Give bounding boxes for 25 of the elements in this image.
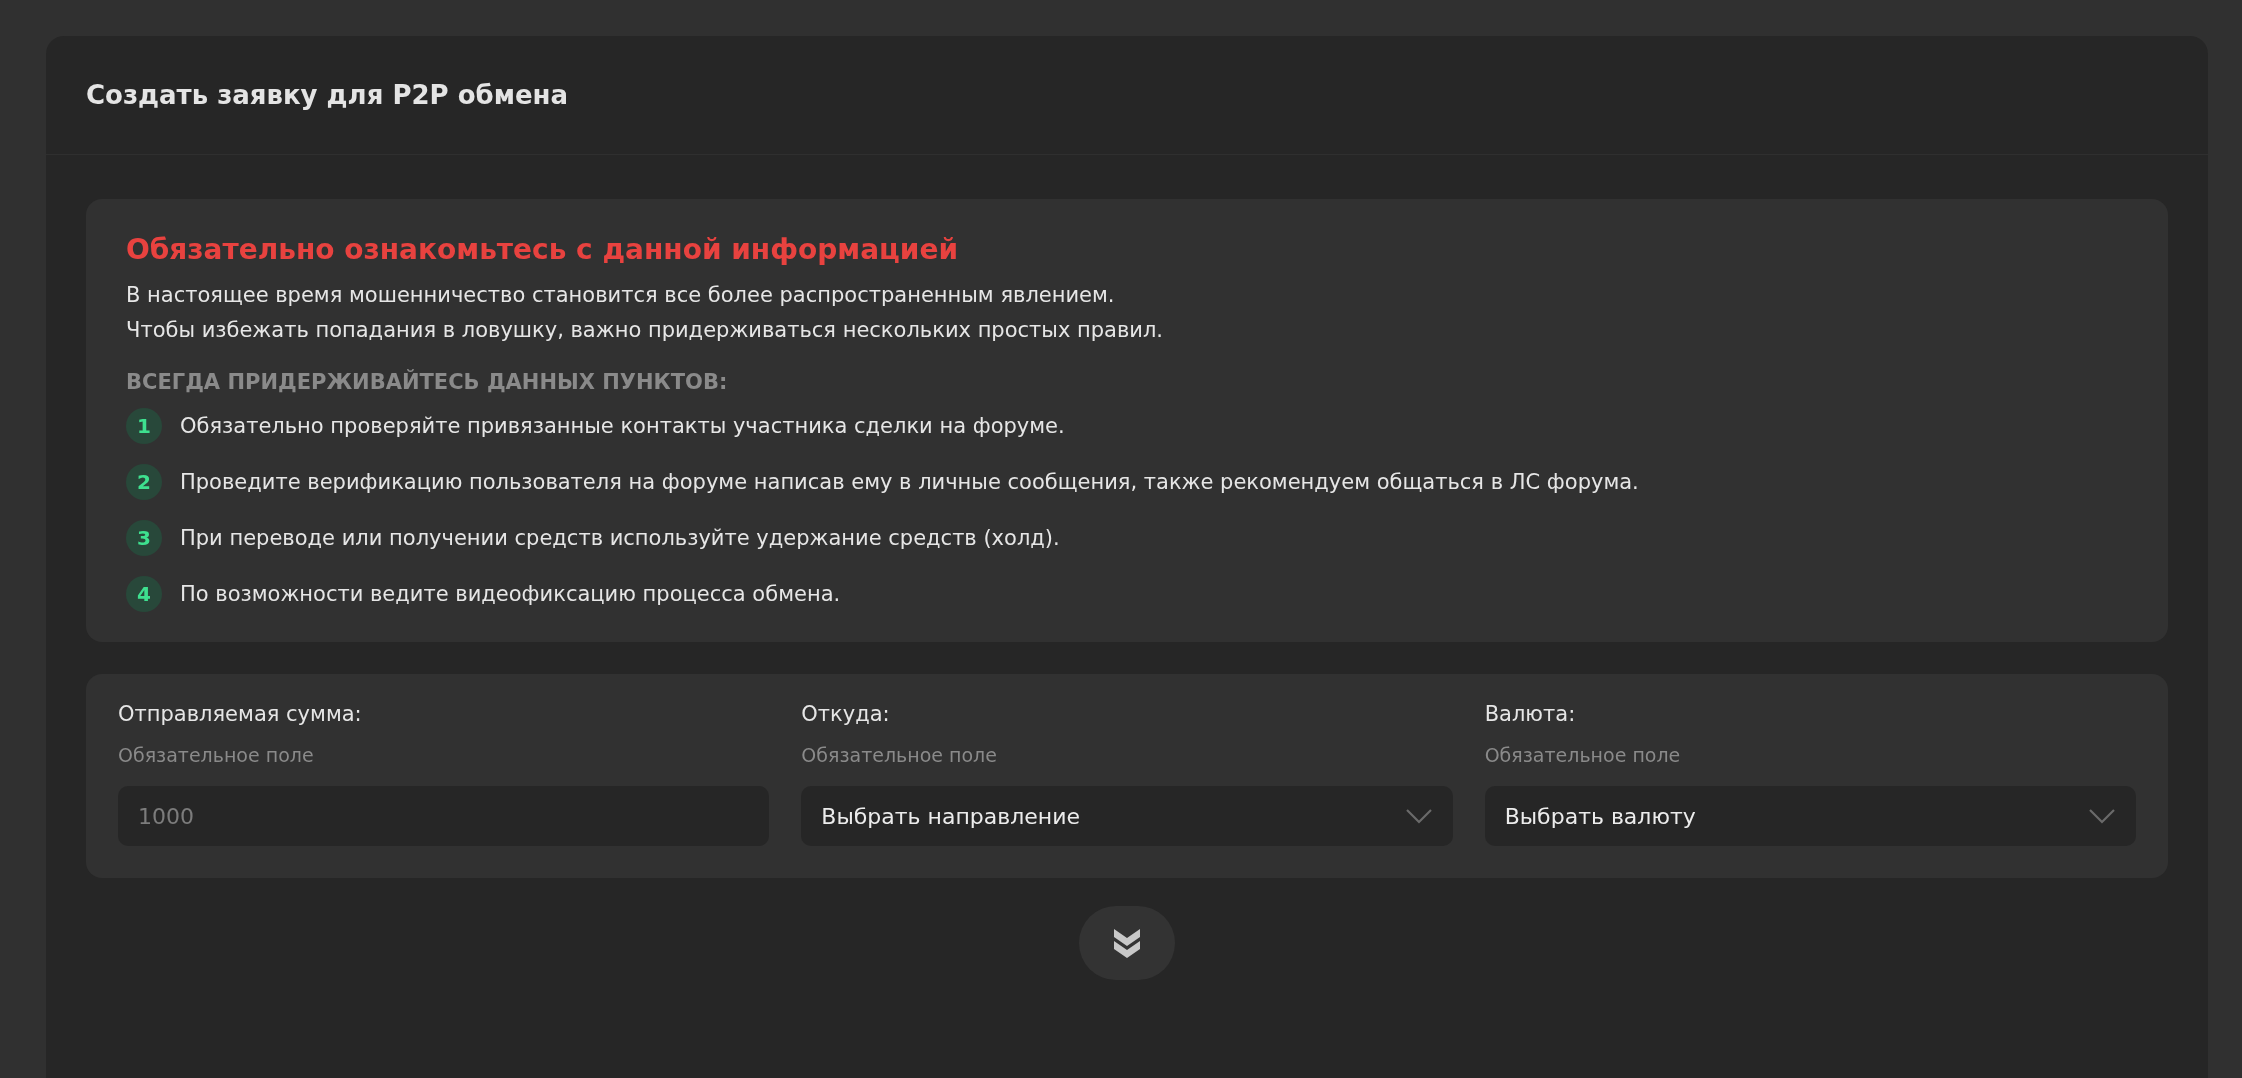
panel-title: Создать заявку для P2P обмена xyxy=(86,80,569,110)
field-label: Отправляемая сумма: xyxy=(118,702,363,726)
double-chevron-down-icon xyxy=(1112,926,1142,960)
rule-text: Обязательно проверяйте привязанные контакты участника сделки на форуме. xyxy=(180,414,1065,438)
notice-text: В настоящее время мошенничество становится все более распространенным явлением. xyxy=(126,282,1116,309)
rule-text: Проведите верификацию пользователя на форуме написав ему в личные сообщения, также рекомендуем общаться в ЛС форума. xyxy=(180,470,1639,494)
rule-text: При переводе или получении средств используйте удержание средств (холд). xyxy=(180,526,1060,550)
number-badge: 1 xyxy=(126,408,162,444)
dropdown-select[interactable]: Выбрать валюту xyxy=(1484,786,2136,846)
amount-input[interactable]: 1000 xyxy=(118,786,770,846)
number-badge: 4 xyxy=(126,576,162,612)
field-label: Откуда: xyxy=(801,702,891,726)
number-badge: 2 xyxy=(126,464,162,500)
rules-heading: ВСЕГДА ПРИДЕРЖИВАЙТЕСЬ ДАННЫХ ПУНКТОВ: xyxy=(126,370,729,394)
dropdown-select[interactable]: Выбрать направление xyxy=(801,786,1453,846)
number-badge: 3 xyxy=(126,520,162,556)
required-hint: Обязательное поле xyxy=(801,744,998,766)
required-hint: Обязательное поле xyxy=(1484,744,1682,766)
chevron-down-icon xyxy=(1404,808,1433,824)
chevron-down-icon xyxy=(2088,808,2116,824)
warning-heading: Обязательно ознакомьтесь с данной информацией xyxy=(126,233,960,266)
field-label: Валюта: xyxy=(1484,702,1577,726)
rule-text: По возможности ведите видеофиксацию процесса обмена. xyxy=(180,582,841,606)
notice-text: Чтобы избежать попадания в ловушку, важно придерживаться нескольких простых правил. xyxy=(126,317,1165,344)
required-hint: Обязательное поле xyxy=(118,744,315,766)
